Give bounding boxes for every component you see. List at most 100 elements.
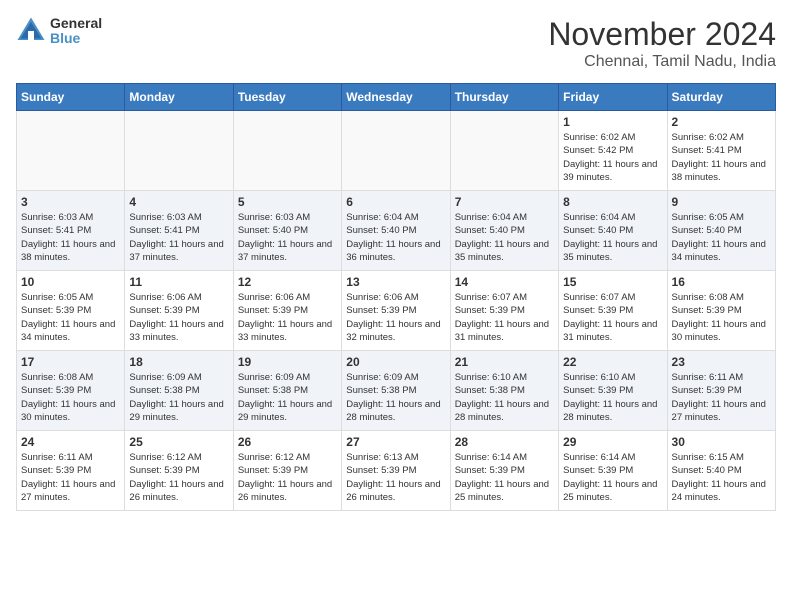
day-number: 23 [672, 355, 771, 369]
weekday-header: Friday [559, 84, 667, 111]
day-number: 17 [21, 355, 120, 369]
calendar-table: SundayMondayTuesdayWednesdayThursdayFrid… [16, 83, 776, 511]
calendar-cell: 1 Sunrise: 6:02 AM Sunset: 5:42 PM Daylig… [559, 111, 667, 191]
day-info: Sunrise: 6:07 AM Sunset: 5:39 PM Dayligh… [563, 291, 662, 344]
day-number: 22 [563, 355, 662, 369]
day-number: 8 [563, 195, 662, 209]
day-number: 12 [238, 275, 337, 289]
calendar-cell: 16 Sunrise: 6:08 AM Sunset: 5:39 PM Dayli… [667, 271, 775, 351]
calendar-body: 1 Sunrise: 6:02 AM Sunset: 5:42 PM Daylig… [17, 111, 776, 511]
day-number: 9 [672, 195, 771, 209]
weekday-header: Monday [125, 84, 233, 111]
day-number: 19 [238, 355, 337, 369]
day-number: 20 [346, 355, 445, 369]
calendar-cell: 18 Sunrise: 6:09 AM Sunset: 5:38 PM Dayli… [125, 351, 233, 431]
day-info: Sunrise: 6:05 AM Sunset: 5:39 PM Dayligh… [21, 291, 120, 344]
weekday-header: Wednesday [342, 84, 450, 111]
day-number: 18 [129, 355, 228, 369]
calendar-cell: 7 Sunrise: 6:04 AM Sunset: 5:40 PM Daylig… [450, 191, 558, 271]
day-number: 4 [129, 195, 228, 209]
calendar-cell [125, 111, 233, 191]
day-number: 25 [129, 435, 228, 449]
day-number: 15 [563, 275, 662, 289]
day-number: 26 [238, 435, 337, 449]
day-info: Sunrise: 6:10 AM Sunset: 5:39 PM Dayligh… [563, 371, 662, 424]
calendar-cell: 25 Sunrise: 6:12 AM Sunset: 5:39 PM Dayli… [125, 431, 233, 511]
day-info: Sunrise: 6:04 AM Sunset: 5:40 PM Dayligh… [563, 211, 662, 264]
day-info: Sunrise: 6:14 AM Sunset: 5:39 PM Dayligh… [563, 451, 662, 504]
calendar-cell: 6 Sunrise: 6:04 AM Sunset: 5:40 PM Daylig… [342, 191, 450, 271]
calendar-cell: 8 Sunrise: 6:04 AM Sunset: 5:40 PM Daylig… [559, 191, 667, 271]
day-info: Sunrise: 6:03 AM Sunset: 5:40 PM Dayligh… [238, 211, 337, 264]
calendar-cell: 13Sunrise: 6:06 AM Sunset: 5:39 PM Dayli… [342, 271, 450, 351]
day-number: 13 [346, 275, 445, 289]
calendar-cell: 3 Sunrise: 6:03 AM Sunset: 5:41 PM Daylig… [17, 191, 125, 271]
calendar-cell: 2Sunrise: 6:02 AM Sunset: 5:41 PM Daylig… [667, 111, 775, 191]
day-number: 2 [672, 115, 771, 129]
calendar-row: 10 Sunrise: 6:05 AM Sunset: 5:39 PM Dayli… [17, 271, 776, 351]
weekday-header: Saturday [667, 84, 775, 111]
logo: General Blue [16, 16, 102, 47]
calendar-cell: 30Sunrise: 6:15 AM Sunset: 5:40 PM Dayli… [667, 431, 775, 511]
day-info: Sunrise: 6:08 AM Sunset: 5:39 PM Dayligh… [21, 371, 120, 424]
day-info: Sunrise: 6:09 AM Sunset: 5:38 PM Dayligh… [238, 371, 337, 424]
day-info: Sunrise: 6:15 AM Sunset: 5:40 PM Dayligh… [672, 451, 771, 504]
day-number: 21 [455, 355, 554, 369]
calendar-row: 3 Sunrise: 6:03 AM Sunset: 5:41 PM Daylig… [17, 191, 776, 271]
calendar-cell: 15 Sunrise: 6:07 AM Sunset: 5:39 PM Dayli… [559, 271, 667, 351]
calendar-cell: 4Sunrise: 6:03 AM Sunset: 5:41 PM Daylig… [125, 191, 233, 271]
calendar-cell: 11 Sunrise: 6:06 AM Sunset: 5:39 PM Dayli… [125, 271, 233, 351]
calendar-row: 17 Sunrise: 6:08 AM Sunset: 5:39 PM Dayli… [17, 351, 776, 431]
day-info: Sunrise: 6:03 AM Sunset: 5:41 PM Dayligh… [21, 211, 120, 264]
day-info: Sunrise: 6:06 AM Sunset: 5:39 PM Dayligh… [238, 291, 337, 344]
calendar-cell [233, 111, 341, 191]
day-number: 29 [563, 435, 662, 449]
calendar-row: 24Sunrise: 6:11 AM Sunset: 5:39 PM Dayli… [17, 431, 776, 511]
day-number: 11 [129, 275, 228, 289]
day-number: 5 [238, 195, 337, 209]
calendar-cell: 24Sunrise: 6:11 AM Sunset: 5:39 PM Dayli… [17, 431, 125, 511]
day-number: 16 [672, 275, 771, 289]
calendar-cell [450, 111, 558, 191]
day-info: Sunrise: 6:04 AM Sunset: 5:40 PM Dayligh… [346, 211, 445, 264]
day-info: Sunrise: 6:10 AM Sunset: 5:38 PM Dayligh… [455, 371, 554, 424]
calendar-cell: 21 Sunrise: 6:10 AM Sunset: 5:38 PM Dayli… [450, 351, 558, 431]
calendar-cell: 27 Sunrise: 6:13 AM Sunset: 5:39 PM Dayli… [342, 431, 450, 511]
day-info: Sunrise: 6:11 AM Sunset: 5:39 PM Dayligh… [672, 371, 771, 424]
logo-icon [16, 16, 46, 46]
day-info: Sunrise: 6:11 AM Sunset: 5:39 PM Dayligh… [21, 451, 120, 504]
day-number: 7 [455, 195, 554, 209]
day-number: 27 [346, 435, 445, 449]
calendar-row: 1 Sunrise: 6:02 AM Sunset: 5:42 PM Daylig… [17, 111, 776, 191]
day-info: Sunrise: 6:12 AM Sunset: 5:39 PM Dayligh… [129, 451, 228, 504]
day-info: Sunrise: 6:09 AM Sunset: 5:38 PM Dayligh… [129, 371, 228, 424]
page-subtitle: Chennai, Tamil Nadu, India [548, 53, 776, 71]
calendar-header-row: SundayMondayTuesdayWednesdayThursdayFrid… [17, 84, 776, 111]
day-info: Sunrise: 6:04 AM Sunset: 5:40 PM Dayligh… [455, 211, 554, 264]
day-number: 14 [455, 275, 554, 289]
day-number: 6 [346, 195, 445, 209]
calendar-cell: 22 Sunrise: 6:10 AM Sunset: 5:39 PM Dayli… [559, 351, 667, 431]
header: General Blue November 2024 Chennai, Tami… [16, 16, 776, 71]
day-number: 3 [21, 195, 120, 209]
page-title: November 2024 [548, 16, 776, 53]
calendar-cell: 29 Sunrise: 6:14 AM Sunset: 5:39 PM Dayli… [559, 431, 667, 511]
logo-text: General Blue [50, 16, 102, 47]
day-info: Sunrise: 6:14 AM Sunset: 5:39 PM Dayligh… [455, 451, 554, 504]
day-info: Sunrise: 6:02 AM Sunset: 5:42 PM Dayligh… [563, 131, 662, 184]
day-info: Sunrise: 6:08 AM Sunset: 5:39 PM Dayligh… [672, 291, 771, 344]
calendar-cell: 19 Sunrise: 6:09 AM Sunset: 5:38 PM Dayli… [233, 351, 341, 431]
day-number: 1 [563, 115, 662, 129]
day-info: Sunrise: 6:09 AM Sunset: 5:38 PM Dayligh… [346, 371, 445, 424]
weekday-header: Thursday [450, 84, 558, 111]
day-info: Sunrise: 6:06 AM Sunset: 5:39 PM Dayligh… [129, 291, 228, 344]
day-info: Sunrise: 6:13 AM Sunset: 5:39 PM Dayligh… [346, 451, 445, 504]
day-number: 10 [21, 275, 120, 289]
calendar-cell: 20 Sunrise: 6:09 AM Sunset: 5:38 PM Dayli… [342, 351, 450, 431]
calendar-cell: 14Sunrise: 6:07 AM Sunset: 5:39 PM Dayli… [450, 271, 558, 351]
calendar-cell [17, 111, 125, 191]
calendar-cell: 12 Sunrise: 6:06 AM Sunset: 5:39 PM Dayli… [233, 271, 341, 351]
calendar-cell: 5 Sunrise: 6:03 AM Sunset: 5:40 PM Daylig… [233, 191, 341, 271]
calendar-cell: 9Sunrise: 6:05 AM Sunset: 5:40 PM Daylig… [667, 191, 775, 271]
calendar-cell: 17 Sunrise: 6:08 AM Sunset: 5:39 PM Dayli… [17, 351, 125, 431]
